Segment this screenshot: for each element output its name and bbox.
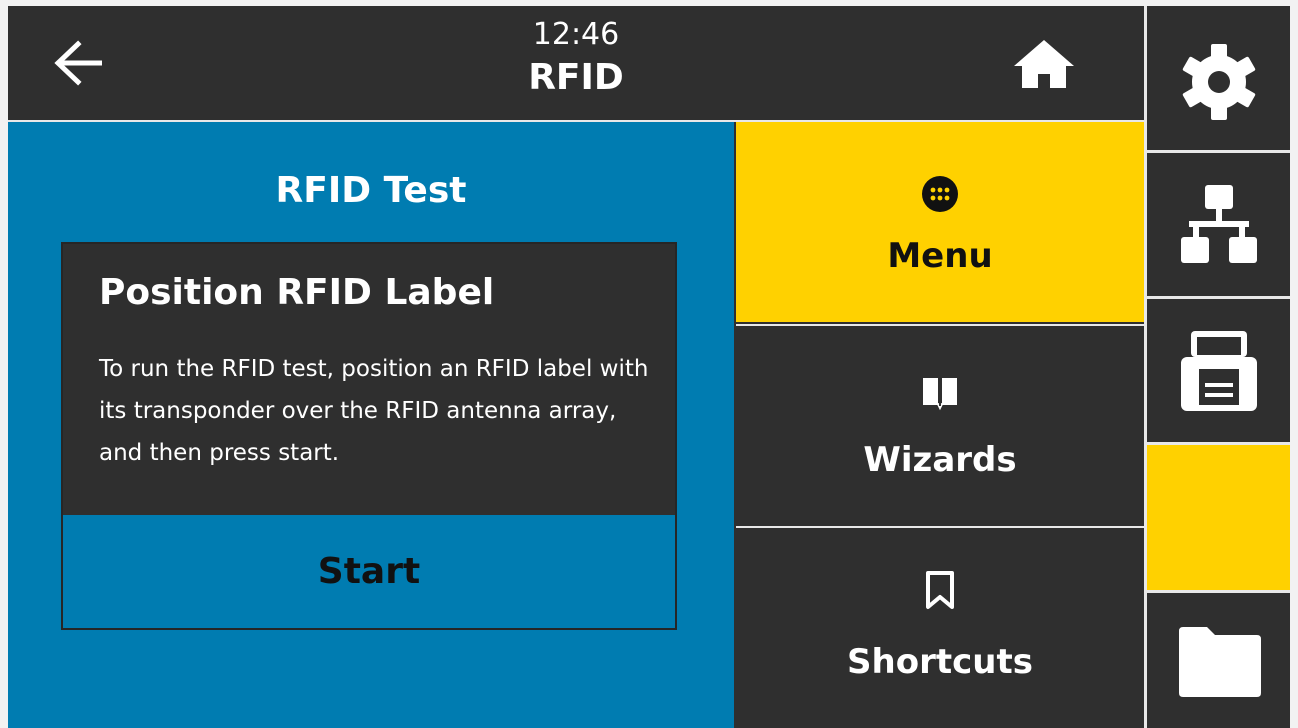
folder-icon <box>1179 627 1261 697</box>
bookmark-icon <box>926 571 954 609</box>
dialog-body: Position RFID Label To run the RFID test… <box>63 244 675 515</box>
rfid-section-button[interactable] <box>1147 442 1290 590</box>
header-bar: 12:46 RFID <box>8 6 1144 122</box>
gear-icon <box>1182 44 1256 120</box>
nav-wizards-button[interactable]: Wizards <box>736 324 1144 524</box>
printer-display: 12:46 RFID RFID Test Position RFID Label… <box>8 6 1290 728</box>
printer-button[interactable] <box>1147 296 1290 442</box>
nav-wizards-label: Wizards <box>863 440 1017 480</box>
nav-shortcuts-button[interactable]: Shortcuts <box>736 526 1144 728</box>
start-button-label: Start <box>317 551 421 592</box>
nav-shortcuts-label: Shortcuts <box>847 642 1033 682</box>
dialog-heading: Position RFID Label <box>99 272 495 313</box>
book-icon <box>923 376 957 411</box>
nav-menu-button[interactable]: Menu <box>736 122 1144 322</box>
network-button[interactable] <box>1147 150 1290 296</box>
printer-icon <box>1181 331 1257 411</box>
home-button[interactable] <box>1010 36 1078 92</box>
grid-dots-icon <box>922 176 958 212</box>
rfid-test-panel: RFID Test Position RFID Label To run the… <box>8 122 734 728</box>
dialog-instructions: To run the RFID test, position an RFID l… <box>99 356 649 466</box>
storage-button[interactable] <box>1147 590 1290 728</box>
settings-button[interactable] <box>1147 6 1290 150</box>
panel-title: RFID Test <box>275 170 467 211</box>
home-icon <box>1014 40 1074 88</box>
nav-menu-label: Menu <box>887 236 993 276</box>
start-button[interactable]: Start <box>63 515 675 628</box>
network-icon <box>1181 185 1257 263</box>
clock: 12:46 <box>532 17 620 52</box>
position-label-dialog: Position RFID Label To run the RFID test… <box>61 242 677 630</box>
page-title: RFID <box>528 57 624 98</box>
